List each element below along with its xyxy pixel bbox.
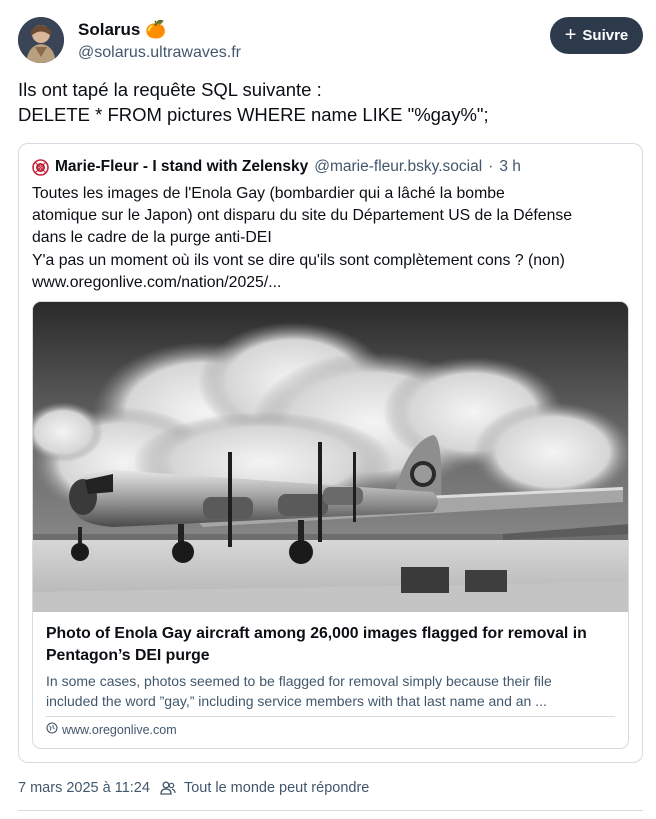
link-card-image[interactable] [33, 302, 628, 612]
post-text-line: DELETE * FROM pictures WHERE name LIKE "… [18, 104, 489, 125]
quote-header: Marie-Fleur - I stand with Zelensky @mar… [32, 158, 521, 176]
link-card-title[interactable]: Photo of Enola Gay aircraft among 26,000… [46, 623, 621, 667]
reply-setting: Tout le monde peut répondre [183, 780, 370, 796]
author-display-name[interactable]: Solarus 🍊 [78, 19, 241, 41]
author-name-text: Solarus [78, 20, 141, 39]
post-timestamp[interactable]: 7 mars 2025 à 11:24 [18, 780, 150, 796]
globe-icon [46, 722, 58, 737]
quote-text-line: Toutes les images de l'Enola Gay (bombar… [32, 185, 505, 202]
quote-link-text[interactable]: www.oregonlive.com/nation/2025/... [32, 272, 632, 294]
quote-text-line: dans le cadre de la purge anti-DEI [32, 229, 272, 247]
bottom-divider [18, 810, 643, 811]
link-card-description-line: included the word ”gay,” including servi… [46, 693, 547, 709]
link-card-description: In some cases, photos seemed to be flagg… [46, 671, 621, 711]
link-card-domain-text: www.oregonlive.com [62, 722, 177, 737]
avatar[interactable] [18, 17, 64, 63]
post-text: Ils ont tapé la requête SQL suivante : D… [18, 77, 638, 127]
quote-separator: · [488, 158, 494, 175]
orange-emoji-icon: 🍊 [145, 20, 167, 39]
post-meta: 7 mars 2025 à 11:24 Tout le monde peut r… [18, 780, 369, 796]
post-header: Solarus 🍊 @solarus.ultrawaves.fr + Suivr… [18, 17, 643, 67]
author-handle[interactable]: @solarus.ultrawaves.fr [78, 42, 241, 64]
link-card[interactable]: Photo of Enola Gay aircraft among 26,000… [32, 301, 629, 749]
plus-icon: + [564, 23, 577, 46]
quote-author-handle[interactable]: @marie-fleur.bsky.social [314, 158, 482, 176]
link-card-divider [46, 716, 615, 717]
quote-avatar[interactable] [32, 158, 49, 176]
quote-text-line: Y'a pas un moment où ils vont se dire qu… [32, 251, 565, 269]
link-card-description-line: In some cases, photos seemed to be flagg… [46, 673, 552, 689]
post-text-line: Ils ont tapé la requête SQL suivante : [18, 79, 322, 100]
people-icon [160, 781, 176, 795]
quote-text: Toutes les images de l'Enola Gay (bombar… [32, 183, 632, 294]
airplane-photo [33, 302, 628, 612]
quoted-post[interactable]: Marie-Fleur - I stand with Zelensky @mar… [18, 143, 643, 763]
author-block: Solarus 🍊 @solarus.ultrawaves.fr [78, 19, 241, 64]
follow-button[interactable]: + Suivre [550, 17, 643, 54]
follow-button-label: Suivre [582, 27, 629, 44]
quote-time[interactable]: 3 h [499, 158, 521, 176]
link-card-domain[interactable]: www.oregonlive.com [46, 722, 177, 737]
quote-author-name[interactable]: Marie-Fleur - I stand with Zelensky [55, 158, 308, 176]
quote-text-line: atomique sur le Japon) ont disparu du si… [32, 207, 573, 225]
